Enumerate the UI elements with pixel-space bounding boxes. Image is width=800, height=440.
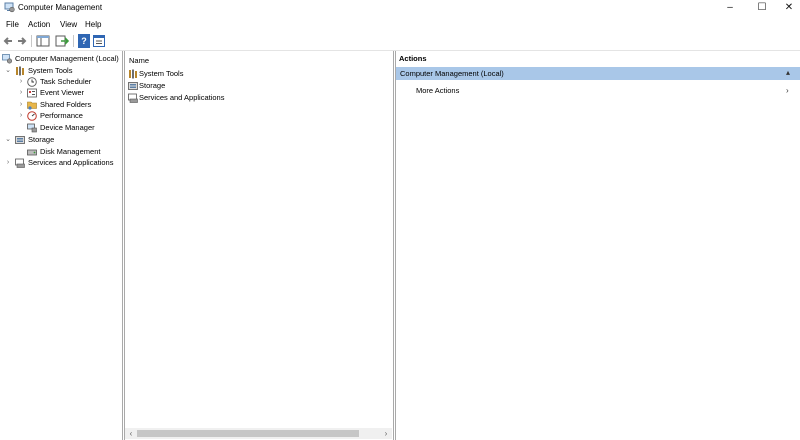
performance-icon (27, 111, 37, 121)
services-applications-icon (128, 93, 138, 103)
shared-folder-icon (27, 101, 37, 110)
collapse-chevron-icon[interactable]: ⌄ (4, 65, 12, 76)
computer-management-icon (2, 54, 12, 64)
expand-chevron-icon[interactable]: › (17, 99, 25, 110)
properties-icon[interactable] (93, 34, 105, 48)
system-tools-icon (129, 69, 137, 79)
storage-icon (15, 136, 25, 144)
tree-label: Storage (28, 135, 55, 144)
title-bar (0, 0, 800, 16)
expand-chevron-icon[interactable]: › (17, 87, 25, 98)
services-applications-icon (15, 158, 25, 168)
clock-icon (27, 77, 37, 87)
actions-pane (395, 51, 800, 440)
actions-header-label: Actions (399, 54, 427, 63)
collapse-section-icon[interactable]: ▴ (786, 68, 790, 77)
tree-label: System Tools (28, 66, 73, 75)
list-item-label: Storage (139, 81, 166, 90)
collapse-chevron-icon[interactable]: ⌄ (4, 134, 12, 145)
toolbar-separator (31, 35, 32, 47)
actions-header: Actions (396, 53, 800, 65)
maximize-button[interactable]: ☐ (748, 0, 776, 16)
scroll-right-arrow-icon[interactable]: › (382, 428, 390, 439)
expand-chevron-icon[interactable]: › (4, 157, 12, 168)
device-manager-icon (27, 123, 37, 133)
tree-label: Shared Folders (40, 100, 92, 109)
scroll-left-arrow-icon[interactable]: ‹ (127, 428, 135, 439)
scrollbar-thumb[interactable] (137, 430, 359, 437)
export-list-icon[interactable] (55, 34, 69, 48)
menu-bar (0, 16, 800, 32)
more-actions-arrow-icon[interactable]: › (786, 86, 789, 95)
column-header-name[interactable]: Name (129, 55, 149, 67)
minimize-button[interactable]: – (716, 0, 744, 16)
storage-icon (128, 82, 138, 90)
tree-label: Performance (40, 111, 83, 120)
actions-section-label: Computer Management (Local) (400, 69, 504, 78)
menu-help[interactable]: Help (85, 20, 101, 29)
maximize-icon: ☐ (757, 2, 767, 13)
close-icon: ✕ (784, 2, 794, 13)
menu-action[interactable]: Action (28, 20, 50, 29)
expand-chevron-icon[interactable]: › (17, 110, 25, 121)
minimize-icon: – (727, 2, 733, 13)
toolbar (0, 32, 800, 51)
expand-chevron-icon[interactable]: › (17, 76, 25, 87)
tree-label: Computer Management (Local) (15, 54, 119, 63)
help-icon[interactable]: ? (78, 34, 90, 48)
computer-management-icon (4, 2, 15, 13)
window-title: Computer Management (18, 3, 103, 12)
list-item-label: Services and Applications (139, 93, 225, 102)
more-actions-link[interactable]: More Actions (416, 86, 459, 95)
event-viewer-icon (27, 88, 37, 98)
list-item-label: System Tools (139, 69, 184, 78)
tree-label: Event Viewer (40, 88, 85, 97)
disk-management-icon (27, 149, 37, 156)
forward-icon[interactable] (16, 34, 28, 48)
actions-section-computer-management[interactable]: Computer Management (Local) (396, 67, 800, 80)
tree-label: Device Manager (40, 123, 95, 132)
tree-label: Services and Applications (28, 158, 114, 167)
close-button[interactable]: ✕ (775, 0, 800, 16)
system-tools-icon (16, 66, 24, 76)
tree-label: Disk Management (40, 147, 101, 156)
toolbar-separator (73, 35, 74, 47)
menu-view[interactable]: View (60, 20, 77, 29)
show-hide-console-tree-icon[interactable] (36, 34, 50, 48)
back-icon[interactable] (2, 34, 14, 48)
menu-file[interactable]: File (6, 20, 19, 29)
tree-label: Task Scheduler (40, 77, 92, 86)
details-pane (124, 51, 394, 440)
